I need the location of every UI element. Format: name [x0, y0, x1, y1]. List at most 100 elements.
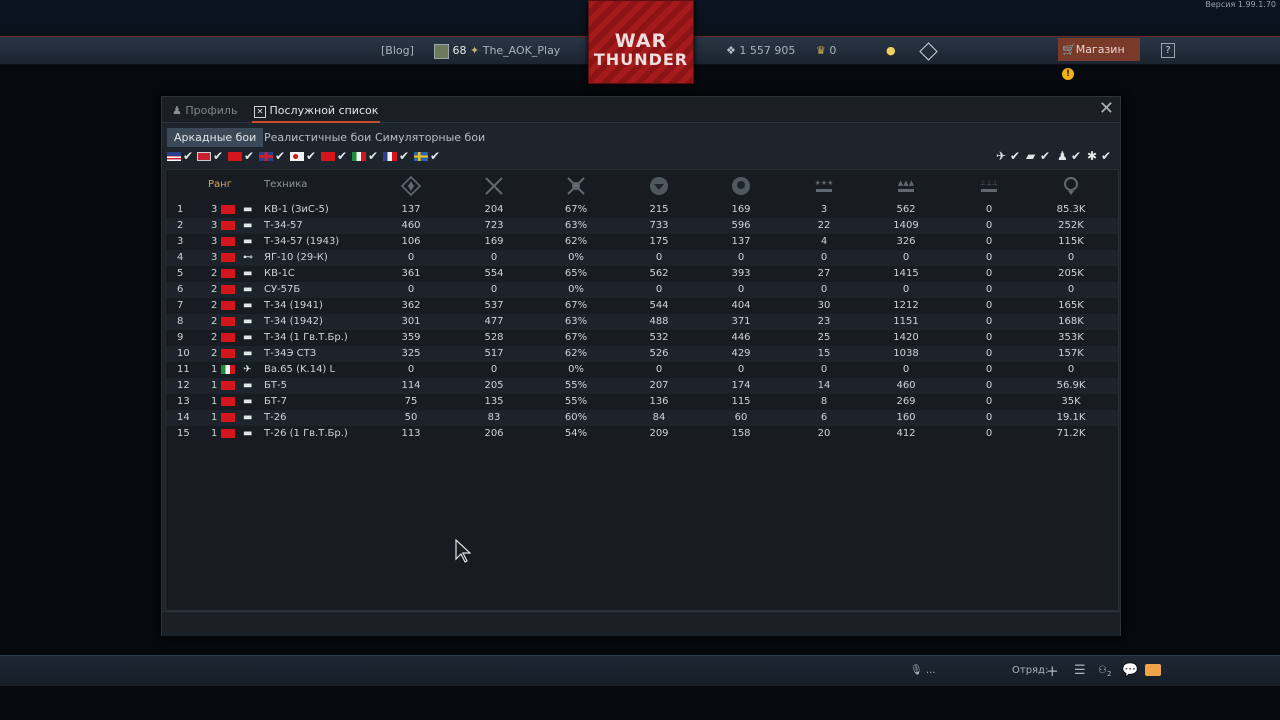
activity-icon[interactable]	[1060, 175, 1082, 197]
help-button[interactable]: ?	[1161, 43, 1175, 58]
tab-service-record[interactable]: ✕ Послужной список	[252, 100, 381, 123]
table-row[interactable]: 13 1 ▬ БТ-7 75 135 55% 136 115 8 269 0 35K	[166, 394, 1118, 410]
stat-cell: 215	[649, 204, 669, 215]
japan-check-icon[interactable]: ✔	[306, 150, 316, 163]
lightbulb-icon[interactable]: ●	[886, 37, 896, 64]
vehicle-name: БТ-5	[264, 380, 287, 391]
stat-cell: 55%	[564, 380, 588, 391]
vehicle-name: Т-34 (1941)	[264, 300, 323, 311]
stat-cell: 63%	[564, 316, 588, 327]
table-row[interactable]: 6 2 ▬ СУ-57Б 0 0 0% 0 0 0 0 0 0	[166, 282, 1118, 298]
china-check-icon[interactable]: ✔	[337, 150, 347, 163]
helicopter-type-icon[interactable]: ✱	[1087, 150, 1097, 163]
table-row[interactable]: 4 3 ⊷ ЯГ-10 (29-К) 0 0 0% 0 0 0 0 0 0	[166, 250, 1118, 266]
war-thunder-logo[interactable]: WAR THUNDER	[588, 0, 694, 84]
stat-cell: 20	[817, 428, 831, 439]
france-flag-icon[interactable]	[383, 152, 397, 161]
ship-check-icon[interactable]: ✔	[1071, 150, 1081, 163]
plane-type-icon: ✈	[243, 364, 252, 375]
shop-button[interactable]: 🛒Магазин!	[1058, 38, 1140, 80]
table-row[interactable]: 3 3 ▬ Т-34-57 (1943) 106 169 62% 175 137 4 326 0 115…	[166, 234, 1118, 250]
tab-profile[interactable]: ♟ Профиль	[172, 100, 237, 121]
ussr-flag-icon[interactable]	[228, 152, 242, 161]
helicopter-check-icon[interactable]: ✔	[1101, 150, 1111, 163]
stat-cell: 205	[484, 380, 504, 391]
row-rank: 1	[211, 428, 218, 439]
germany-flag-icon[interactable]	[197, 152, 211, 161]
table-row[interactable]: 1 3 ▬ КВ-1 (ЗиС-5) 137 204 67% 215 169 3 562 0 85.3K	[166, 202, 1118, 218]
voice-chat-status: ...	[925, 665, 936, 676]
tank-check-icon[interactable]: ✔	[1040, 150, 1050, 163]
germany-check-icon[interactable]: ✔	[213, 150, 223, 163]
blog-link[interactable]: [Blog]	[381, 37, 414, 64]
japan-flag-icon[interactable]	[290, 152, 304, 161]
usa-flag-icon[interactable]	[167, 152, 181, 161]
ussr-check-icon[interactable]: ✔	[244, 150, 254, 163]
table-row[interactable]: 12 1 ▬ БТ-5 114 205 55% 207 174 14 460 0 56.9K	[166, 378, 1118, 394]
ussr-flag-icon	[221, 269, 235, 278]
contacts-count: 2	[1106, 670, 1112, 678]
france-check-icon[interactable]: ✔	[399, 150, 409, 163]
stat-cell: 137	[401, 204, 421, 215]
air-kills-icon[interactable]: ▲▲▲	[895, 175, 917, 197]
italy-flag-icon[interactable]	[352, 152, 366, 161]
close-icon[interactable]: ✕	[1099, 100, 1114, 118]
avatar-icon	[434, 43, 449, 59]
list-icon[interactable]: ☰	[1074, 656, 1086, 686]
golden-eagles-icon: ♛	[816, 44, 826, 57]
add-squad-member-icon[interactable]: +	[1046, 656, 1059, 686]
contacts-button[interactable]: ⚇2	[1098, 656, 1111, 689]
table-row[interactable]: 9 2 ▬ Т-34 (1 Гв.Т.Бр.) 359 528 67% 532 446 25 142…	[166, 330, 1118, 346]
ship-type-icon[interactable]: ♟	[1057, 150, 1068, 163]
ussr-flag-icon	[221, 237, 235, 246]
service-record-table: Ранг Техника ★★★ ▲▲▲ ⊥⊥⊥ 1 3 ▬ КВ-1 (ЗиС-5)…	[165, 169, 1119, 611]
table-row[interactable]: 11 1 ✈ Ba.65 (K.14) L 0 0 0% 0 0 0 0 0 0	[166, 362, 1118, 378]
naval-kills-icon[interactable]: ⊥⊥⊥	[978, 175, 1000, 197]
mail-icon[interactable]	[1145, 664, 1161, 676]
ussr-flag-icon	[221, 429, 235, 438]
player-profile[interactable]: 68 ✦ The_AOK_Play	[434, 37, 560, 64]
table-row[interactable]: 5 2 ▬ КВ-1С 361 554 65% 562 393 27 1415 0 205K	[166, 266, 1118, 282]
stat-cell: 85.3K	[1056, 204, 1086, 215]
china-flag-icon[interactable]	[321, 152, 335, 161]
aircraft-type-icon[interactable]: ✈	[996, 150, 1006, 163]
usa-check-icon[interactable]: ✔	[183, 150, 193, 163]
chat-icon[interactable]: 💬	[1122, 656, 1138, 686]
stat-cell: 0	[820, 252, 828, 263]
respawns-icon[interactable]	[648, 175, 670, 197]
tab-arcade[interactable]: Аркадные бои	[167, 128, 264, 147]
britain-check-icon[interactable]: ✔	[275, 150, 285, 163]
ground-kills-icon[interactable]: ★★★	[813, 175, 835, 197]
britain-flag-icon[interactable]	[259, 152, 273, 161]
events-icon[interactable]	[919, 37, 938, 64]
aircraft-check-icon[interactable]: ✔	[1010, 150, 1020, 163]
voice-chat[interactable]: 🎙 ...	[910, 656, 935, 686]
tab-simulator[interactable]: Симуляторные бои	[368, 128, 492, 147]
stat-cell: 0	[1067, 284, 1075, 295]
table-row[interactable]: 15 1 ▬ Т-26 (1 Гв.Т.Бр.) 113 206 54% 209 158 20 41…	[166, 426, 1118, 442]
victories-icon[interactable]	[400, 175, 422, 197]
ussr-flag-icon	[221, 301, 235, 310]
table-row[interactable]: 2 3 ▬ Т-34-57 460 723 63% 733 596 22 1409 0 252K	[166, 218, 1118, 234]
table-row[interactable]: 14 1 ▬ Т-26 50 83 60% 84 60 6 160 0 19.1K	[166, 410, 1118, 426]
stat-cell: 0	[902, 364, 910, 375]
row-rank: 3	[211, 204, 218, 215]
italy-check-icon[interactable]: ✔	[368, 150, 378, 163]
table-row[interactable]: 8 2 ▬ Т-34 (1942) 301 477 63% 488 371 23 1151 0 168K	[166, 314, 1118, 330]
table-row[interactable]: 10 2 ▬ Т-34Э СТЗ 325 517 62% 526 429 15 1038 0 157K	[166, 346, 1118, 362]
cart-icon: 🛒	[1062, 43, 1076, 56]
rank-header[interactable]: Ранг	[208, 170, 232, 200]
battles-icon[interactable]	[483, 175, 505, 197]
gold-balance[interactable]: ♛ 0	[816, 37, 836, 64]
sweden-check-icon[interactable]: ✔	[430, 150, 440, 163]
sweden-flag-icon[interactable]	[414, 152, 428, 161]
row-rank: 2	[211, 300, 218, 311]
table-row[interactable]: 7 2 ▬ Т-34 (1941) 362 537 67% 544 404 30 1212 0 165K	[166, 298, 1118, 314]
deaths-icon[interactable]	[730, 175, 752, 197]
silver-balance[interactable]: ❖ 1 557 905	[726, 37, 795, 64]
tank-type-icon[interactable]: ▰	[1026, 150, 1035, 163]
vehicle-header[interactable]: Техника	[264, 170, 307, 200]
win-rate-icon[interactable]	[565, 175, 587, 197]
row-index: 5	[177, 268, 184, 279]
tab-realistic[interactable]: Реалистичные бои	[257, 128, 378, 147]
